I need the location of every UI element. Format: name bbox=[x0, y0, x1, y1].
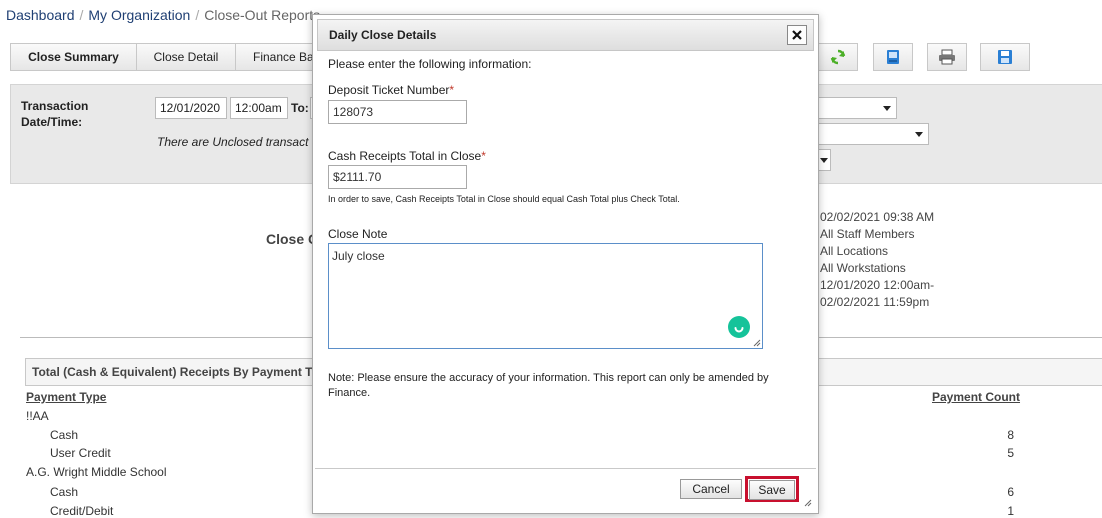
table-row: Cash bbox=[50, 485, 79, 499]
breadcrumb: Dashboard / My Organization / Close-Out Repo… bbox=[6, 7, 320, 23]
breadcrumb-current: Close-Out Reports bbox=[204, 7, 321, 23]
col-payment-count: Payment Count bbox=[932, 390, 1021, 404]
dialog-intro: Please enter the following information: bbox=[328, 57, 532, 71]
table-row: A.G. Wright Middle School bbox=[26, 465, 167, 479]
breadcrumb-organization-link[interactable]: My Organization bbox=[88, 7, 190, 23]
table-row: Credit/Debit bbox=[50, 504, 114, 518]
close-note-textarea[interactable]: July close bbox=[328, 243, 763, 349]
accuracy-note-line1: Note: Please ensure the accuracy of your… bbox=[328, 372, 769, 384]
filter-select-2[interactable] bbox=[818, 123, 929, 145]
cash-receipts-input[interactable]: $2111.70 bbox=[328, 165, 467, 189]
dialog-footer-divider bbox=[315, 468, 816, 469]
required-mark: * bbox=[449, 83, 455, 97]
daily-close-dialog: Daily Close Details Please enter the fol… bbox=[312, 14, 819, 514]
deposit-ticket-label: Deposit Ticket Number* bbox=[328, 83, 454, 97]
save-disk-button[interactable] bbox=[873, 43, 913, 71]
dialog-title: Daily Close Details bbox=[329, 28, 437, 42]
tab-close-summary[interactable]: Close Summary bbox=[10, 43, 137, 71]
print-button[interactable] bbox=[927, 43, 967, 71]
filter-select-3[interactable] bbox=[818, 149, 831, 171]
filter-label-line1: Transaction bbox=[21, 99, 89, 113]
table-row: Cash bbox=[50, 428, 79, 442]
meta-range-end: 02/02/2021 11:59pm bbox=[820, 295, 930, 309]
table-row: User Credit bbox=[50, 446, 111, 460]
grammarly-badge[interactable] bbox=[728, 316, 750, 338]
grammarly-icon bbox=[734, 327, 744, 333]
print-icon bbox=[939, 49, 955, 65]
close-icon bbox=[792, 30, 802, 40]
meta-staff: All Staff Members bbox=[820, 227, 915, 241]
filter-label-line2: Date/Time: bbox=[21, 115, 83, 129]
filter-select-1[interactable] bbox=[818, 97, 897, 119]
unclosed-notice: There are Unclosed transact bbox=[157, 135, 309, 149]
chevron-down-icon bbox=[915, 132, 923, 137]
deposit-ticket-label-text: Deposit Ticket Number bbox=[328, 83, 450, 97]
close-note-label: Close Note bbox=[328, 227, 388, 241]
from-time-input[interactable]: 12:00am bbox=[230, 97, 288, 119]
breadcrumb-separator: / bbox=[195, 7, 200, 23]
report-meta: 02/02/2021 09:38 AM All Staff Members Al… bbox=[820, 209, 934, 311]
report-title: Close C bbox=[266, 231, 319, 247]
chevron-down-icon bbox=[883, 106, 891, 111]
deposit-ticket-input[interactable]: 128073 bbox=[328, 100, 467, 124]
meta-locations: All Locations bbox=[820, 244, 889, 258]
row-count: 8 bbox=[1007, 428, 1014, 442]
chevron-down-icon bbox=[820, 158, 828, 163]
row-count: 1 bbox=[1007, 504, 1014, 518]
refresh-button[interactable] bbox=[818, 43, 858, 71]
breadcrumb-separator: / bbox=[79, 7, 84, 23]
cash-receipts-label-text: Cash Receipts Total in Close bbox=[328, 149, 482, 163]
breadcrumb-dashboard-link[interactable]: Dashboard bbox=[6, 7, 75, 23]
row-count: 6 bbox=[1007, 485, 1014, 499]
save-button-toolbar[interactable] bbox=[980, 43, 1030, 71]
refresh-icon bbox=[830, 49, 846, 65]
meta-range-start: 12/01/2020 12:00am- bbox=[820, 278, 935, 292]
save-button[interactable]: Save bbox=[749, 480, 795, 500]
meta-generated: 02/02/2021 09:38 AM bbox=[820, 210, 935, 224]
from-date-input[interactable]: 12/01/2020 bbox=[155, 97, 227, 119]
textarea-resize-icon[interactable] bbox=[753, 339, 761, 347]
dialog-close-button[interactable] bbox=[787, 25, 807, 45]
meta-workstations: All Workstations bbox=[820, 261, 906, 275]
tab-close-detail[interactable]: Close Detail bbox=[136, 43, 236, 71]
col-payment-type: Payment Type bbox=[26, 390, 107, 404]
save-icon bbox=[998, 50, 1012, 64]
accuracy-note-line2: Finance. bbox=[328, 387, 371, 399]
table-row: !!AA bbox=[26, 409, 49, 423]
to-label: To: bbox=[291, 101, 309, 115]
cash-receipts-help: In order to save, Cash Receipts Total in… bbox=[328, 194, 680, 204]
cancel-button[interactable]: Cancel bbox=[680, 479, 742, 499]
cash-receipts-label: Cash Receipts Total in Close* bbox=[328, 149, 486, 163]
dialog-header: Daily Close Details bbox=[317, 19, 814, 51]
required-mark: * bbox=[481, 149, 486, 163]
save-disk-icon bbox=[887, 50, 899, 64]
row-count: 5 bbox=[1007, 446, 1014, 460]
transaction-datetime-label: Transaction Date/Time: bbox=[21, 98, 88, 130]
dialog-resize-icon[interactable] bbox=[804, 499, 812, 507]
